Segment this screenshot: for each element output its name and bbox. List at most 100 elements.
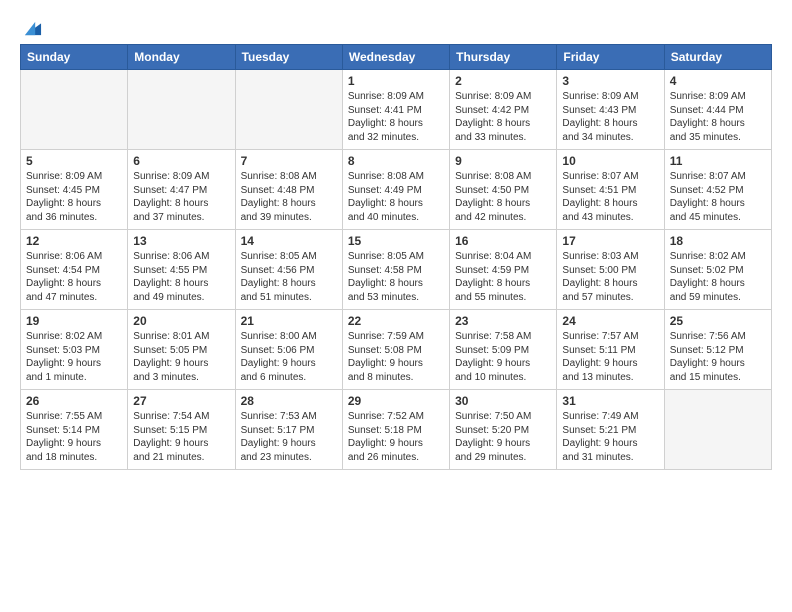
calendar-cell: 23 Sunrise: 7:58 AM Sunset: 5:09 PM Dayli… <box>450 310 557 390</box>
cell-info: Sunrise: 8:05 AM Sunset: 4:56 PM Dayligh… <box>241 250 337 304</box>
calendar-cell: 26 Sunrise: 7:55 AM Sunset: 5:14 PM Dayli… <box>21 390 128 470</box>
cell-info: Sunrise: 7:58 AM Sunset: 5:09 PM Dayligh… <box>455 330 551 384</box>
calendar-cell: 2Sunrise: 8:09 AM Sunset: 4:42 PM Daylig… <box>450 70 557 150</box>
calendar-row-4: 19 Sunrise: 8:02 AM Sunset: 5:03 PM Dayli… <box>21 310 772 390</box>
calendar-row-1: 1 Sunrise: 8:09 AM Sunset: 4:41 PM Daylig… <box>21 70 772 150</box>
day-header-thursday: Thursday <box>450 45 557 70</box>
cell-info: Sunrise: 8:08 AM Sunset: 4:50 PM Dayligh… <box>455 170 551 224</box>
cell-info: Sunrise: 8:05 AM Sunset: 4:58 PM Dayligh… <box>348 250 444 304</box>
cell-info: Sunrise: 8:09 AM Sunset: 4:44 PM Dayligh… <box>670 90 766 144</box>
date-number: 22 <box>348 314 444 328</box>
cell-info: Sunrise: 8:09 AM Sunset: 4:42 PM Dayligh… <box>455 90 551 144</box>
cell-info: Sunrise: 8:09 AM Sunset: 4:47 PM Dayligh… <box>133 170 229 224</box>
cell-info: Sunrise: 8:07 AM Sunset: 4:52 PM Dayligh… <box>670 170 766 224</box>
calendar-row-3: 12 Sunrise: 8:06 AM Sunset: 4:54 PM Dayli… <box>21 230 772 310</box>
calendar-cell: 7 Sunrise: 8:08 AM Sunset: 4:48 PM Daylig… <box>235 150 342 230</box>
cell-info: Sunrise: 7:55 AM Sunset: 5:14 PM Dayligh… <box>26 410 122 464</box>
cell-info: Sunrise: 8:06 AM Sunset: 4:55 PM Dayligh… <box>133 250 229 304</box>
calendar-cell <box>128 70 235 150</box>
cell-info: Sunrise: 8:04 AM Sunset: 4:59 PM Dayligh… <box>455 250 551 304</box>
logo-icon <box>22 16 44 38</box>
calendar-cell: 25 Sunrise: 7:56 AM Sunset: 5:12 PM Dayli… <box>664 310 771 390</box>
date-number: 25 <box>670 314 766 328</box>
cell-info: Sunrise: 8:02 AM Sunset: 5:02 PM Dayligh… <box>670 250 766 304</box>
cell-info: Sunrise: 7:49 AM Sunset: 5:21 PM Dayligh… <box>562 410 658 464</box>
date-number: 17 <box>562 234 658 248</box>
date-number: 11 <box>670 154 766 168</box>
calendar-cell: 21 Sunrise: 8:00 AM Sunset: 5:06 PM Dayli… <box>235 310 342 390</box>
date-number: 18 <box>670 234 766 248</box>
calendar-cell: 20Sunrise: 8:01 AM Sunset: 5:05 PM Dayli… <box>128 310 235 390</box>
cell-info: Sunrise: 7:57 AM Sunset: 5:11 PM Dayligh… <box>562 330 658 384</box>
calendar-cell: 30 Sunrise: 7:50 AM Sunset: 5:20 PM Dayli… <box>450 390 557 470</box>
day-header-sunday: Sunday <box>21 45 128 70</box>
date-number: 4 <box>670 74 766 88</box>
calendar-cell: 12 Sunrise: 8:06 AM Sunset: 4:54 PM Dayli… <box>21 230 128 310</box>
calendar-cell <box>21 70 128 150</box>
cell-info: Sunrise: 8:03 AM Sunset: 5:00 PM Dayligh… <box>562 250 658 304</box>
calendar-cell: 18 Sunrise: 8:02 AM Sunset: 5:02 PM Dayli… <box>664 230 771 310</box>
date-number: 12 <box>26 234 122 248</box>
cell-info: Sunrise: 8:08 AM Sunset: 4:48 PM Dayligh… <box>241 170 337 224</box>
date-number: 30 <box>455 394 551 408</box>
date-number: 5 <box>26 154 122 168</box>
calendar-cell <box>235 70 342 150</box>
date-number: 8 <box>348 154 444 168</box>
calendar-cell: 11 Sunrise: 8:07 AM Sunset: 4:52 PM Dayli… <box>664 150 771 230</box>
date-number: 15 <box>348 234 444 248</box>
calendar-cell: 8 Sunrise: 8:08 AM Sunset: 4:49 PM Daylig… <box>342 150 449 230</box>
calendar-cell: 27 Sunrise: 7:54 AM Sunset: 5:15 PM Dayli… <box>128 390 235 470</box>
cell-info: Sunrise: 8:09 AM Sunset: 4:41 PM Dayligh… <box>348 90 444 144</box>
date-number: 26 <box>26 394 122 408</box>
calendar-cell: 5 Sunrise: 8:09 AM Sunset: 4:45 PM Daylig… <box>21 150 128 230</box>
cell-info: Sunrise: 8:02 AM Sunset: 5:03 PM Dayligh… <box>26 330 122 384</box>
date-number: 3 <box>562 74 658 88</box>
calendar-cell: 24 Sunrise: 7:57 AM Sunset: 5:11 PM Dayli… <box>557 310 664 390</box>
date-number: 24 <box>562 314 658 328</box>
cell-info: Sunrise: 8:09 AM Sunset: 4:45 PM Dayligh… <box>26 170 122 224</box>
cell-info: Sunrise: 7:54 AM Sunset: 5:15 PM Dayligh… <box>133 410 229 464</box>
day-header-row: SundayMondayTuesdayWednesdayThursdayFrid… <box>21 45 772 70</box>
cell-info: Sunrise: 8:00 AM Sunset: 5:06 PM Dayligh… <box>241 330 337 384</box>
date-number: 16 <box>455 234 551 248</box>
calendar-cell: 29Sunrise: 7:52 AM Sunset: 5:18 PM Dayli… <box>342 390 449 470</box>
date-number: 6 <box>133 154 229 168</box>
logo <box>20 16 46 38</box>
date-number: 7 <box>241 154 337 168</box>
calendar-cell <box>664 390 771 470</box>
cell-info: Sunrise: 7:52 AM Sunset: 5:18 PM Dayligh… <box>348 410 444 464</box>
cell-info: Sunrise: 8:09 AM Sunset: 4:43 PM Dayligh… <box>562 90 658 144</box>
cell-info: Sunrise: 7:50 AM Sunset: 5:20 PM Dayligh… <box>455 410 551 464</box>
date-number: 1 <box>348 74 444 88</box>
calendar-row-2: 5 Sunrise: 8:09 AM Sunset: 4:45 PM Daylig… <box>21 150 772 230</box>
calendar-cell: 17 Sunrise: 8:03 AM Sunset: 5:00 PM Dayli… <box>557 230 664 310</box>
calendar-cell: 1 Sunrise: 8:09 AM Sunset: 4:41 PM Daylig… <box>342 70 449 150</box>
cell-info: Sunrise: 8:06 AM Sunset: 4:54 PM Dayligh… <box>26 250 122 304</box>
day-header-tuesday: Tuesday <box>235 45 342 70</box>
date-number: 19 <box>26 314 122 328</box>
calendar-cell: 3 Sunrise: 8:09 AM Sunset: 4:43 PM Daylig… <box>557 70 664 150</box>
calendar-cell: 6 Sunrise: 8:09 AM Sunset: 4:47 PM Daylig… <box>128 150 235 230</box>
cell-info: Sunrise: 8:07 AM Sunset: 4:51 PM Dayligh… <box>562 170 658 224</box>
cell-info: Sunrise: 8:08 AM Sunset: 4:49 PM Dayligh… <box>348 170 444 224</box>
date-number: 23 <box>455 314 551 328</box>
day-header-wednesday: Wednesday <box>342 45 449 70</box>
date-number: 10 <box>562 154 658 168</box>
calendar-row-5: 26 Sunrise: 7:55 AM Sunset: 5:14 PM Dayli… <box>21 390 772 470</box>
cell-info: Sunrise: 7:53 AM Sunset: 5:17 PM Dayligh… <box>241 410 337 464</box>
calendar-cell: 4 Sunrise: 8:09 AM Sunset: 4:44 PM Daylig… <box>664 70 771 150</box>
date-number: 28 <box>241 394 337 408</box>
date-number: 31 <box>562 394 658 408</box>
calendar-cell: 31 Sunrise: 7:49 AM Sunset: 5:21 PM Dayli… <box>557 390 664 470</box>
cell-info: Sunrise: 8:01 AM Sunset: 5:05 PM Dayligh… <box>133 330 229 384</box>
date-number: 21 <box>241 314 337 328</box>
day-header-friday: Friday <box>557 45 664 70</box>
cell-info: Sunrise: 7:59 AM Sunset: 5:08 PM Dayligh… <box>348 330 444 384</box>
header <box>20 16 772 38</box>
calendar-cell: 19 Sunrise: 8:02 AM Sunset: 5:03 PM Dayli… <box>21 310 128 390</box>
day-header-saturday: Saturday <box>664 45 771 70</box>
cell-info: Sunrise: 7:56 AM Sunset: 5:12 PM Dayligh… <box>670 330 766 384</box>
date-number: 13 <box>133 234 229 248</box>
date-number: 27 <box>133 394 229 408</box>
date-number: 9 <box>455 154 551 168</box>
